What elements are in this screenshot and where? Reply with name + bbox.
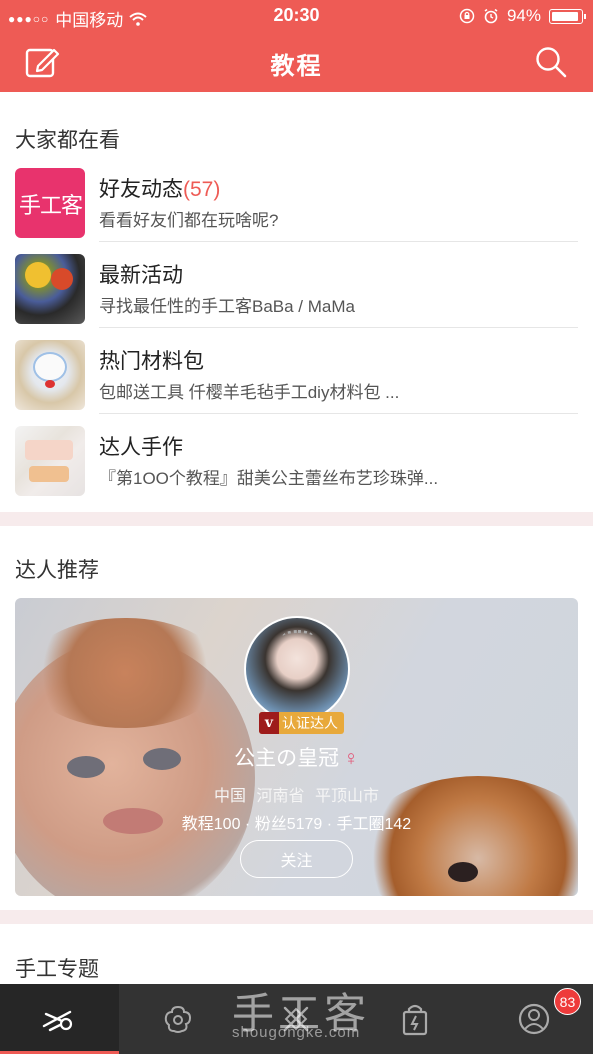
top-bar: ●●●○○ 中国移动 20:30 94% 教程: [0, 0, 593, 92]
section-divider: [0, 512, 593, 526]
list-item-latest-events[interactable]: 最新活动 寻找最任性的手工客BaBa / MaMa: [15, 254, 578, 340]
list-item-title: 好友动态(57): [99, 173, 220, 203]
expert-name: 公主の皇冠: [234, 747, 340, 770]
friend-feed-count: (57): [183, 178, 221, 201]
section-title-experts: 达人推荐: [15, 559, 99, 582]
divider: [99, 327, 578, 328]
list-item-material-kits[interactable]: 热门材料包 包邮送工具 仟樱羊毛毡手工diy材料包 ...: [15, 340, 578, 426]
verified-icon: v: [259, 712, 279, 734]
expert-stats: 教程100 · 粉丝5179 · 手工圈142: [181, 816, 412, 833]
friend-feed-thumbnail: 手工客: [15, 168, 85, 238]
alarm-icon: [484, 8, 498, 24]
expert-works-thumbnail: [15, 426, 85, 496]
events-thumbnail: [15, 254, 85, 324]
status-bar: ●●●○○ 中国移动 20:30 94%: [0, 0, 593, 32]
list-item-subtitle: 『第1OO个教程』甜美公主蕾丝布艺珍珠弹...: [99, 469, 439, 488]
section-title-watching: 大家都在看: [15, 129, 120, 152]
divider: [99, 241, 578, 242]
expert-location: 中国 河南省 平顶山市: [214, 788, 379, 805]
tab-profile[interactable]: 83: [474, 984, 593, 1054]
flower-icon: [164, 1005, 191, 1033]
material-kits-thumbnail: [15, 340, 85, 410]
list-item-subtitle: 看看好友们都在玩啥呢?: [99, 211, 279, 230]
verified-badge: v 认证达人: [259, 712, 344, 734]
list-item-expert-works[interactable]: 达人手作 『第1OO个教程』甜美公主蕾丝布艺珍珠弹...: [15, 426, 578, 512]
material-kits-title: 热门材料包: [99, 350, 204, 373]
list-item-friend-feed[interactable]: 手工客 好友动态(57) 看看好友们都在玩啥呢?: [15, 168, 578, 254]
profile-icon: [518, 1003, 549, 1035]
tab-shop[interactable]: [356, 984, 475, 1054]
search-icon[interactable]: [533, 44, 569, 80]
notification-badge: 83: [553, 988, 581, 1015]
section-title-topics: 手工专题: [15, 958, 99, 981]
shopping-bag-icon: [402, 1004, 428, 1036]
divider: [99, 413, 578, 414]
friend-feed-title: 好友动态: [99, 178, 183, 201]
scissors-icon: [43, 1010, 73, 1032]
list-item-subtitle: 包邮送工具 仟樱羊毛毡手工diy材料包 ...: [99, 383, 400, 402]
expert-works-title: 达人手作: [99, 436, 183, 459]
nav-bar: 教程: [0, 32, 593, 92]
tab-tutorials[interactable]: [0, 984, 119, 1054]
list-item-subtitle: 寻找最任性的手工客BaBa / MaMa: [99, 297, 355, 316]
verified-label: 认证达人: [282, 715, 338, 731]
battery-icon: [549, 8, 586, 24]
rotation-lock-icon: [459, 8, 475, 24]
expert-card[interactable]: v 认证达人 公主の皇冠 ♀ 中国 河南省 平顶山市 教程100 · 粉丝5179…: [15, 598, 578, 896]
page-title: 教程: [270, 53, 323, 80]
expert-name-row: 公主の皇冠 ♀: [15, 742, 578, 772]
battery-percent: 94%: [506, 6, 541, 25]
events-title: 最新活动: [99, 264, 183, 287]
follow-button[interactable]: 关注: [240, 840, 353, 878]
female-icon: ♀: [343, 747, 359, 770]
status-right: 94%: [459, 6, 586, 26]
brand-logo: 手工客: [19, 194, 83, 219]
cover-image-detail: [448, 862, 478, 882]
tab-circle[interactable]: [119, 984, 238, 1054]
section-divider: [0, 910, 593, 924]
watermark-url: shougongke.com: [232, 1024, 361, 1041]
cover-image-detail: [25, 618, 225, 728]
avatar[interactable]: [244, 616, 350, 722]
